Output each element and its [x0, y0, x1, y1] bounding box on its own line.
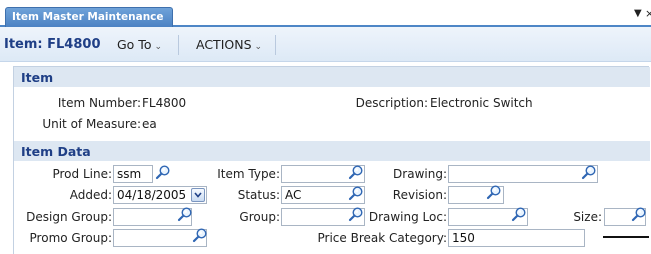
prod-line-field[interactable]: ssm	[113, 165, 153, 183]
status-value: AC	[285, 188, 302, 202]
drawing-loc-lookup-icon[interactable]	[511, 206, 527, 222]
revision-label: Revision:	[392, 188, 447, 202]
drawing-loc-label: Drawing Loc:	[368, 210, 447, 224]
goto-menu-label: Go To	[117, 37, 152, 52]
group-label: Group:	[239, 210, 280, 224]
status-lookup-icon[interactable]	[348, 185, 364, 201]
triangle-down-icon[interactable]: ▼	[634, 8, 642, 19]
actions-menu[interactable]: ACTIONS ⌄	[196, 37, 262, 52]
item-number-value: FL4800	[142, 96, 187, 110]
price-break-category-value: 150	[452, 231, 475, 245]
price-break-category-label: Price Break Category:	[317, 231, 447, 245]
divider-line	[603, 236, 649, 238]
drawing-field[interactable]	[448, 165, 598, 183]
price-break-category-field[interactable]: 150	[448, 229, 585, 247]
item-number-label: Item Number:	[57, 96, 141, 110]
close-icon[interactable]: ×	[645, 7, 651, 20]
prod-line-value: ssm	[117, 167, 142, 181]
item-type-lookup-icon[interactable]	[348, 164, 364, 180]
item-master-window: Item Master Maintenance ▼ × Item: FL4800…	[0, 0, 651, 254]
added-value: 04/18/2005	[117, 188, 187, 202]
status-label: Status:	[237, 188, 280, 202]
revision-lookup-icon[interactable]	[486, 184, 502, 200]
drawing-label: Drawing:	[393, 167, 447, 181]
uom-value: ea	[142, 117, 157, 131]
prod-line-label: Prod Line:	[52, 167, 112, 181]
drawing-lookup-icon[interactable]	[581, 164, 597, 180]
tab-title: Item Master Maintenance	[12, 11, 164, 23]
size-label: Size:	[573, 210, 602, 224]
section-header-item-data: Item Data	[14, 141, 650, 161]
chevron-down-icon: ⌄	[154, 42, 163, 52]
uom-label: Unit of Measure:	[42, 117, 141, 131]
toolbar-divider	[275, 35, 276, 55]
prod-line-lookup-icon[interactable]	[155, 164, 171, 180]
tab-strip: Item Master Maintenance ▼ ×	[0, 0, 651, 27]
size-lookup-icon[interactable]	[631, 206, 647, 222]
description-label: Description:	[355, 96, 428, 110]
section-header-item: Item	[14, 67, 650, 87]
promo-group-lookup-icon[interactable]	[192, 227, 208, 243]
toolbar: Item: FL4800 Go To ⌄ ACTIONS ⌄	[0, 27, 651, 62]
item-form-panel: Item Item Number: FL4800 Description: El…	[13, 66, 650, 254]
tab-item-master-maintenance[interactable]: Item Master Maintenance	[5, 7, 173, 27]
design-group-label: Design Group:	[26, 210, 112, 224]
goto-menu[interactable]: Go To ⌄	[117, 37, 162, 52]
added-label: Added:	[69, 188, 112, 202]
description-value: Electronic Switch	[430, 96, 533, 110]
promo-group-label: Promo Group:	[29, 231, 112, 245]
chevron-down-icon: ⌄	[254, 42, 263, 52]
page-title: Item: FL4800	[4, 37, 101, 52]
actions-menu-label: ACTIONS	[196, 37, 252, 52]
item-type-label: Item Type:	[217, 167, 280, 181]
design-group-lookup-icon[interactable]	[177, 206, 193, 222]
toolbar-divider	[178, 35, 179, 55]
